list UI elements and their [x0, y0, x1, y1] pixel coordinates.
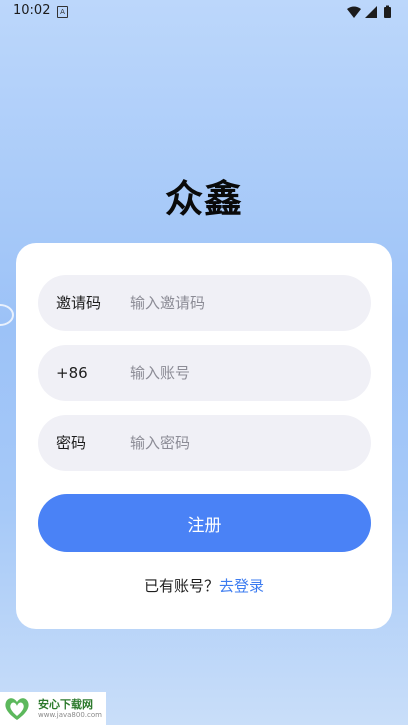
notification-icon: A [57, 6, 68, 18]
account-input[interactable] [130, 345, 350, 401]
have-account-text: 已有账号？ [143, 577, 219, 595]
signal-icon [365, 6, 377, 18]
password-field[interactable]: 密码 [38, 415, 371, 471]
watermark-badge: 安心下载网 www.java800.com [0, 692, 106, 725]
decorative-ring [0, 304, 14, 326]
password-input[interactable] [130, 415, 350, 471]
invite-code-field[interactable]: 邀请码 [38, 275, 371, 331]
status-bar: 10:02 A [0, 0, 408, 24]
register-card: 邀请码 +86 密码 注册 已有账号？去登录 [16, 243, 392, 629]
invite-code-label: 邀请码 [56, 294, 102, 312]
login-prompt: 已有账号？去登录 [16, 575, 392, 596]
wifi-icon [347, 6, 361, 18]
login-link[interactable]: 去登录 [219, 577, 264, 595]
country-code-label: +86 [56, 364, 88, 382]
system-status-icons [347, 5, 391, 18]
app-title: 众鑫 [164, 177, 243, 221]
password-label: 密码 [56, 434, 87, 452]
account-field[interactable]: +86 [38, 345, 371, 401]
watermark-name: 安心下载网 [38, 698, 93, 711]
status-time: 10:02 [13, 3, 51, 18]
heart-logo-icon [5, 698, 29, 720]
watermark-url: www.java800.com [38, 711, 102, 719]
invite-code-input[interactable] [130, 275, 350, 331]
battery-icon [384, 7, 391, 18]
register-button[interactable]: 注册 [38, 494, 371, 552]
